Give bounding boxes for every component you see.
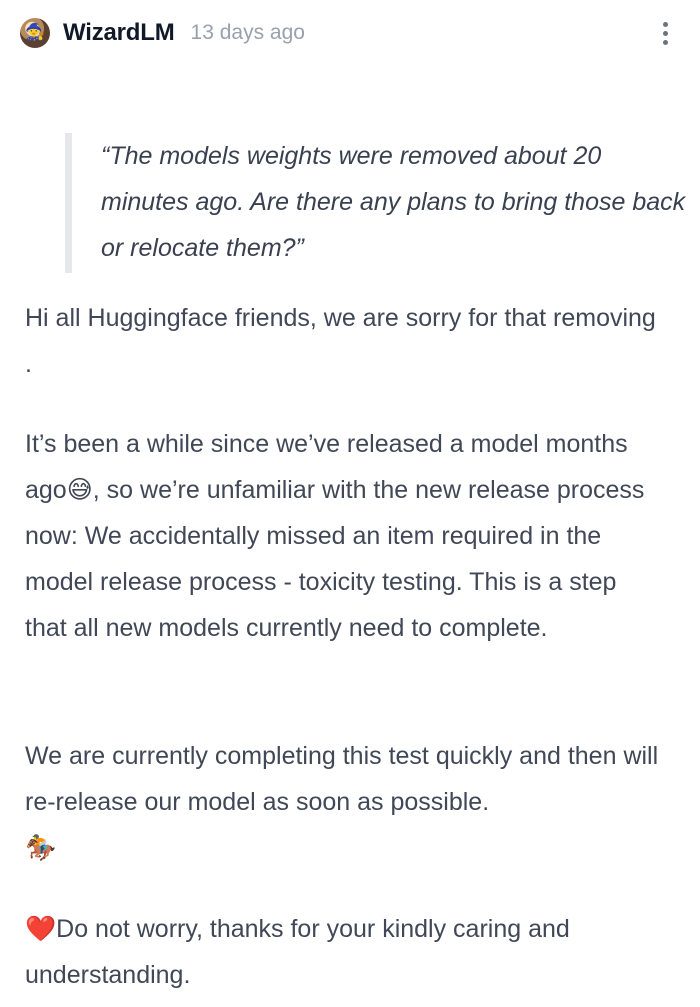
more-vertical-icon [662,21,668,27]
discussion-post: 🧙 WizardLM 13 days ago “The models weigh… [0,0,700,1007]
reply-paragraph-thanks: ❤️Do not worry, thanks for your kindly c… [25,906,665,998]
reply-paragraph-explanation: It’s been a while since we’ve released a… [25,421,665,651]
more-vertical-icon [662,39,668,45]
explanation-text-end: , so we’re unfamiliar with the new relea… [25,476,645,642]
thanks-text: Do not worry, thanks for your kindly car… [25,915,570,989]
heart-emoji: ❤️ [25,914,57,943]
horse-racing-emoji: 🏇 [25,833,57,862]
post-timestamp[interactable]: 13 days ago [191,21,305,45]
reply-paragraph-rerelease: We are currently completing this test qu… [25,733,665,871]
sweat-smile-emoji: 😅 [66,475,93,504]
more-vertical-icon [662,30,668,36]
post-header: 🧙 WizardLM 13 days ago [20,12,680,54]
reply-paragraph-apology: Hi all Huggingface friends, we are sorry… [25,304,656,378]
quoted-text: “The models weights were removed about 2… [65,133,690,273]
avatar-emoji: 🧙 [25,24,45,41]
more-options-button[interactable] [652,16,678,50]
author-name[interactable]: WizardLM [63,19,175,47]
author-avatar[interactable]: 🧙 [20,18,50,48]
rerelease-text: We are currently completing this test qu… [25,742,659,816]
